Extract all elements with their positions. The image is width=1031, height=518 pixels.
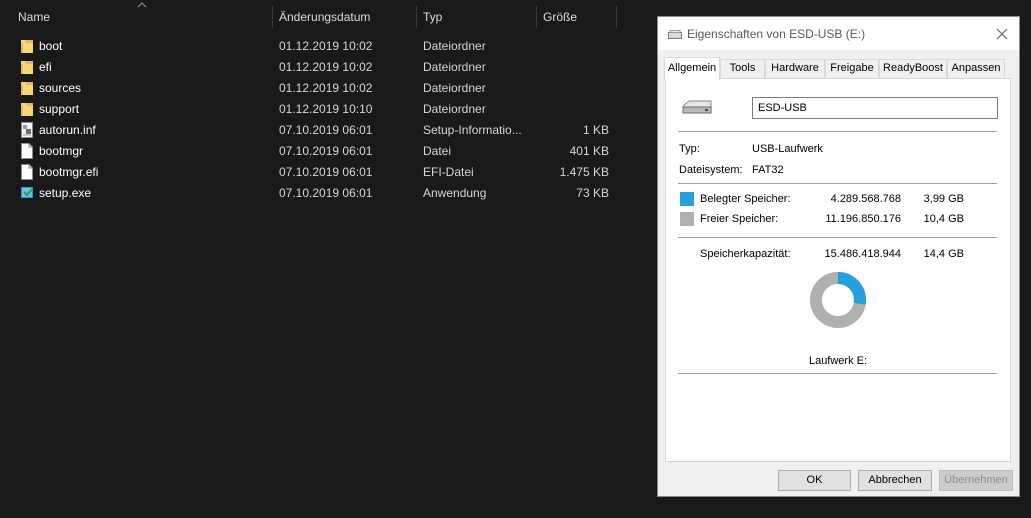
- file-date: 01.12.2019 10:02: [279, 39, 373, 53]
- column-size[interactable]: Größe: [537, 4, 616, 30]
- tab-freigabe[interactable]: Freigabe: [825, 59, 879, 78]
- tab-allgemein[interactable]: Allgemein: [664, 57, 720, 80]
- file-date: 01.12.2019 10:02: [279, 81, 373, 95]
- type-value: USB-Laufwerk: [752, 143, 823, 155]
- tab-strip: Allgemein Tools Hardware Freigabe ReadyB…: [664, 57, 1014, 80]
- file-name: autorun.inf: [39, 123, 96, 137]
- folder-icon: [21, 61, 33, 74]
- disk-usage-donut: [810, 272, 866, 328]
- file-type: Dateiordner: [423, 39, 486, 53]
- dialog-title: Eigenschaften von ESD-USB (E:): [687, 27, 866, 41]
- free-space-label: Freier Speicher:: [700, 213, 779, 225]
- tab-anpassen[interactable]: Anpassen: [947, 59, 1005, 78]
- file-type: EFI-Datei: [423, 165, 474, 179]
- tab-hardware[interactable]: Hardware: [765, 59, 825, 78]
- file-date: 07.10.2019 06:01: [279, 144, 373, 158]
- folder-icon: [21, 103, 33, 116]
- setup-exe-icon: [21, 187, 33, 198]
- free-space-gb: 10,4 GB: [923, 213, 964, 225]
- divider: [678, 131, 997, 132]
- file-name: setup.exe: [39, 186, 92, 200]
- apply-button[interactable]: Übernehmen: [939, 470, 1013, 491]
- file-size: 1.475 KB: [559, 165, 609, 179]
- list-item[interactable]: bootmgr.efi 07.10.2019 06:01 EFI-Datei 1…: [0, 162, 620, 183]
- divider: [678, 373, 997, 374]
- file-name: sources: [39, 81, 82, 95]
- used-space-bytes: 4.289.568.768: [830, 193, 901, 205]
- tab-readyboost[interactable]: ReadyBoost: [879, 59, 947, 78]
- usb-drive-icon: [668, 30, 682, 39]
- tab-tools[interactable]: Tools: [720, 59, 765, 78]
- type-label: Typ:: [679, 143, 700, 155]
- list-item[interactable]: autorun.inf 07.10.2019 06:01 Setup-Infor…: [0, 120, 620, 141]
- file-date: 07.10.2019 06:01: [279, 186, 373, 200]
- list-item[interactable]: boot 01.12.2019 10:02 Dateiordner: [0, 36, 620, 57]
- folder-icon: [21, 40, 33, 53]
- file-icon: [21, 143, 33, 159]
- folder-icon: [21, 82, 33, 95]
- file-size: 401 KB: [569, 144, 609, 158]
- file-size: 73 KB: [576, 186, 609, 200]
- column-type[interactable]: Typ: [417, 4, 536, 30]
- column-date[interactable]: Änderungsdatum: [273, 4, 416, 30]
- file-name: efi: [39, 60, 52, 74]
- file-icon: [21, 164, 33, 180]
- column-header: Name Änderungsdatum Typ Größe: [0, 0, 660, 32]
- used-space-swatch: [680, 192, 694, 206]
- filesystem-value: FAT32: [752, 164, 784, 176]
- properties-dialog: Eigenschaften von ESD-USB (E:) Allgemein…: [657, 16, 1020, 497]
- drive-caption: Laufwerk E:: [808, 355, 868, 367]
- tab-panel-allgemein: ESD-USB Typ: USB-Laufwerk Dateisystem: F…: [665, 78, 1011, 462]
- file-explorer: Name Änderungsdatum Typ Größe boot 01.12…: [0, 0, 660, 518]
- file-date: 01.12.2019 10:02: [279, 60, 373, 74]
- file-type: Anwendung: [423, 186, 487, 200]
- file-name: support: [39, 102, 80, 116]
- file-type: Dateiordner: [423, 81, 486, 95]
- setup-info-file-icon: [21, 122, 33, 138]
- cancel-button[interactable]: Abbrechen: [858, 470, 932, 491]
- free-space-bytes: 11.196.850.176: [825, 213, 901, 225]
- ok-button[interactable]: OK: [778, 470, 851, 491]
- list-item[interactable]: sources 01.12.2019 10:02 Dateiordner: [0, 78, 620, 99]
- free-space-swatch: [680, 212, 694, 226]
- list-item[interactable]: setup.exe 07.10.2019 06:01 Anwendung 73 …: [0, 183, 620, 204]
- capacity-gb: 14,4 GB: [923, 248, 964, 260]
- capacity-label: Speicherkapazität:: [700, 248, 791, 260]
- file-date: 07.10.2019 06:01: [279, 123, 373, 137]
- list-item[interactable]: support 01.12.2019 10:10 Dateiordner: [0, 99, 620, 120]
- used-space-label: Belegter Speicher:: [700, 193, 791, 205]
- dialog-titlebar[interactable]: Eigenschaften von ESD-USB (E:): [658, 17, 1019, 50]
- file-name: bootmgr: [39, 144, 84, 158]
- column-name[interactable]: Name: [12, 4, 272, 30]
- file-date: 01.12.2019 10:10: [279, 102, 373, 116]
- file-name: boot: [39, 39, 63, 53]
- file-type: Dateiordner: [423, 60, 486, 74]
- volume-name-input[interactable]: ESD-USB: [752, 97, 998, 119]
- capacity-bytes: 15.486.418.944: [824, 248, 901, 260]
- divider: [678, 183, 997, 184]
- file-name: bootmgr.efi: [39, 165, 99, 179]
- file-type: Datei: [423, 144, 452, 158]
- file-type: Setup-Informatio...: [423, 123, 522, 137]
- divider: [678, 237, 997, 238]
- filesystem-label: Dateisystem:: [679, 164, 743, 176]
- removable-drive-icon: [682, 100, 712, 114]
- file-date: 07.10.2019 06:01: [279, 165, 373, 179]
- close-icon[interactable]: [991, 23, 1013, 45]
- list-item[interactable]: efi 01.12.2019 10:02 Dateiordner: [0, 57, 620, 78]
- column-divider[interactable]: [616, 6, 617, 28]
- file-size: 1 KB: [582, 123, 609, 137]
- used-space-gb: 3,99 GB: [923, 193, 964, 205]
- file-type: Dateiordner: [423, 102, 486, 116]
- list-item[interactable]: bootmgr 07.10.2019 06:01 Datei 401 KB: [0, 141, 620, 162]
